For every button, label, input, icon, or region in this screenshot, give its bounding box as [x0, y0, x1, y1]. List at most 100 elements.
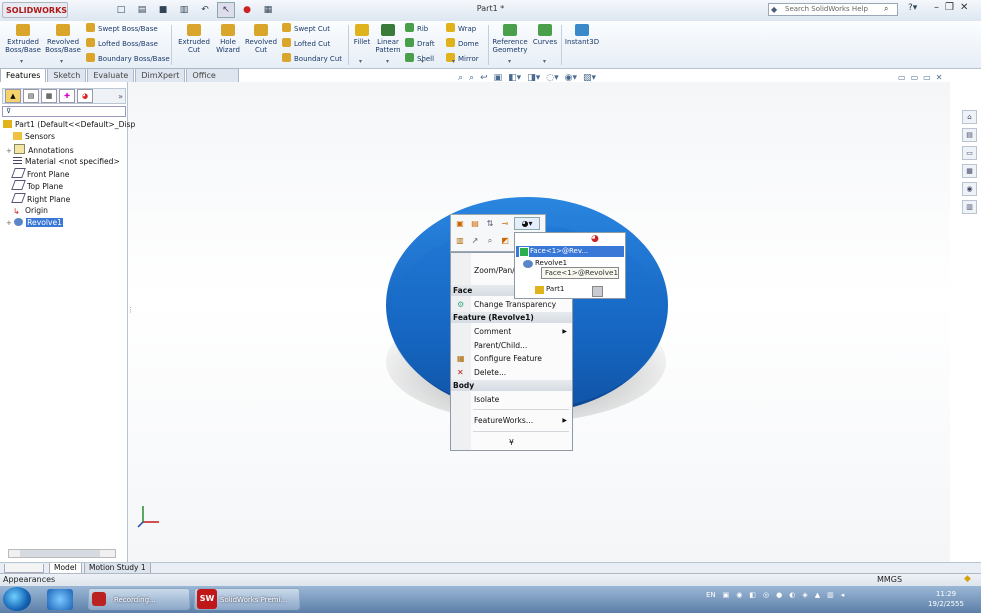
swept-cut-button[interactable]: Swept Cut	[282, 23, 330, 35]
rollback-icon[interactable]: ⇅	[484, 218, 496, 229]
tray-icon[interactable]: ◎	[763, 591, 769, 599]
tray-icon[interactable]: ◐	[789, 591, 795, 599]
resources-icon[interactable]: ⌂	[962, 110, 977, 124]
chevron-down-icon[interactable]: ▾	[20, 58, 23, 65]
selection-row-face[interactable]: Face<1>@Rev...	[530, 246, 588, 257]
view-palette-icon[interactable]: ▦	[962, 164, 977, 178]
design-library-icon[interactable]: ▤	[962, 128, 977, 142]
feature-tree-filter[interactable]: ⊽	[2, 106, 126, 117]
suppress-icon[interactable]: ⊸	[499, 218, 511, 229]
tab-scroll-arrows[interactable]	[4, 564, 44, 573]
curves-button[interactable]: Curves	[529, 24, 561, 46]
start-button-icon[interactable]	[3, 587, 31, 611]
display-style-icon[interactable]: ◨▾	[527, 73, 540, 83]
tab-dimxpert[interactable]: DimXpert	[135, 68, 186, 82]
tree-item-revolve1[interactable]: + Revolve1	[3, 217, 127, 229]
network-icon[interactable]: ▥	[827, 591, 834, 599]
tray-icon[interactable]: ◉	[736, 591, 742, 599]
tray-icon[interactable]: ●	[776, 591, 782, 599]
file-explorer-icon[interactable]: ▭	[962, 146, 977, 160]
zoom-to-selection-icon[interactable]: ⌕	[484, 235, 496, 246]
search-options-icon[interactable]: ◆	[771, 5, 777, 14]
minimize-icon[interactable]: –	[934, 2, 939, 13]
tree-item-top-plane[interactable]: Top Plane	[3, 180, 127, 192]
chevron-down-icon[interactable]: ▾	[452, 58, 455, 65]
close-icon[interactable]: ✕	[960, 2, 968, 13]
tree-item-right-plane[interactable]: Right Plane	[3, 192, 127, 205]
expand-chevron-icon[interactable]: »	[118, 92, 123, 101]
menu-item-configure-feature[interactable]: ▦ Configure Feature	[451, 352, 572, 365]
draft-button[interactable]: Draft	[405, 38, 435, 50]
lofted-cut-button[interactable]: Lofted Cut	[282, 38, 330, 50]
tray-icon[interactable]: ▲	[815, 591, 820, 599]
chevron-down-icon[interactable]: ▾	[421, 58, 424, 65]
linear-pattern-button[interactable]: Linear Pattern	[373, 24, 403, 54]
tab-features[interactable]: Features	[0, 68, 47, 82]
tab-evaluate[interactable]: Evaluate	[87, 68, 135, 82]
tag-icon[interactable]: ◆	[964, 574, 971, 584]
sketch-icon[interactable]: ↗	[469, 235, 481, 246]
section-view-icon[interactable]: ▣	[494, 73, 503, 83]
appearance-dropdown-icon[interactable]: ◕▾	[514, 217, 540, 230]
tree-item-annotations[interactable]: + Annotations	[3, 143, 127, 156]
panel-splitter-grip-icon[interactable]: ⋮	[127, 306, 134, 326]
property-manager-tab-icon[interactable]: ▤	[23, 89, 39, 103]
revolved-boss-button[interactable]: Revolved Boss/Base	[44, 24, 82, 54]
edit-sketch-icon[interactable]: ▤	[469, 218, 481, 229]
internet-explorer-icon[interactable]	[47, 589, 73, 610]
tray-icon[interactable]: ▣	[723, 591, 730, 599]
menu-item-isolate[interactable]: Isolate	[451, 393, 572, 406]
tree-item-material[interactable]: Material <not specified>	[3, 156, 127, 168]
part-appearance-icon[interactable]	[592, 286, 603, 297]
taskbar-clock[interactable]: 11:29 19/2/2555	[928, 589, 964, 609]
swept-boss-button[interactable]: Swept Boss/Base	[86, 23, 158, 35]
wrap-button[interactable]: Wrap	[446, 23, 476, 35]
menu-item-change-transparency[interactable]: ⚙ Change Transparency	[451, 298, 572, 311]
zoom-to-fit-icon[interactable]: ⌕	[458, 73, 463, 83]
tab-office-products[interactable]: Office Products	[186, 68, 239, 93]
appearance-icon[interactable]: ◉▾	[565, 73, 577, 83]
hide-show-icon[interactable]: ◌▾	[546, 73, 558, 83]
configuration-manager-tab-icon[interactable]: ▦	[41, 89, 57, 103]
revolved-cut-button[interactable]: Revolved Cut	[242, 24, 280, 54]
menu-item-delete[interactable]: ✕ Delete...	[451, 366, 572, 379]
search-icon[interactable]: ⌕	[884, 4, 888, 14]
edit-feature-icon[interactable]: ▣	[454, 218, 466, 229]
previous-view-icon[interactable]: ↩	[480, 73, 488, 83]
menu-item-comment[interactable]: Comment ▶	[451, 325, 572, 338]
tab-sketch[interactable]: Sketch	[47, 68, 87, 82]
dome-button[interactable]: Dome	[446, 38, 479, 50]
extruded-cut-button[interactable]: Extruded Cut	[175, 24, 213, 54]
tree-root-part1[interactable]: Part1 (Default<<Default>_Disp	[3, 119, 135, 131]
boundary-boss-button[interactable]: Boundary Boss/Base	[86, 53, 170, 65]
appearance-icon[interactable]: ◕	[591, 234, 599, 244]
custom-properties-icon[interactable]: ▥	[962, 200, 977, 214]
display-manager-tab-icon[interactable]: ◕	[77, 89, 93, 103]
instant3d-button[interactable]: Instant3D	[563, 24, 601, 46]
tray-icon[interactable]: ◧	[749, 591, 756, 599]
tray-icon[interactable]: ◈	[802, 591, 807, 599]
selection-row-part[interactable]: Part1	[546, 284, 564, 295]
zoom-area-icon[interactable]: ⌕	[469, 73, 474, 83]
viewport-icon[interactable]: ▭	[898, 73, 906, 82]
extruded-boss-button[interactable]: Extruded Boss/Base	[4, 24, 42, 54]
shell-button[interactable]: Shell	[405, 53, 434, 65]
viewport-close-icon[interactable]: ✕	[936, 73, 943, 82]
tree-item-origin[interactable]: ↳ Origin	[3, 205, 127, 217]
help-search-input[interactable]: Search SolidWorks Help	[768, 3, 898, 16]
expand-plus-icon[interactable]: +	[6, 219, 14, 227]
chevron-down-icon[interactable]: ▾	[359, 58, 362, 65]
lofted-boss-button[interactable]: Lofted Boss/Base	[86, 38, 158, 50]
dimxpert-manager-tab-icon[interactable]: ✚	[59, 89, 75, 103]
rib-button[interactable]: Rib	[405, 23, 428, 35]
boundary-cut-button[interactable]: Boundary Cut	[282, 53, 342, 65]
expand-plus-icon[interactable]: +	[6, 147, 14, 155]
viewport-maximize-icon[interactable]: ▭	[923, 73, 931, 82]
feature-tree-tab-icon[interactable]: ▲	[5, 89, 21, 103]
tree-item-sensors[interactable]: Sensors	[3, 131, 127, 143]
restore-icon[interactable]: ❐	[945, 2, 954, 13]
menu-item-parent-child[interactable]: Parent/Child...	[451, 339, 572, 352]
chevron-down-icon[interactable]: ▾	[543, 58, 546, 65]
menu-item-featureworks[interactable]: FeatureWorks... ▶	[451, 414, 572, 427]
chevron-down-icon[interactable]: ▾	[508, 58, 511, 65]
